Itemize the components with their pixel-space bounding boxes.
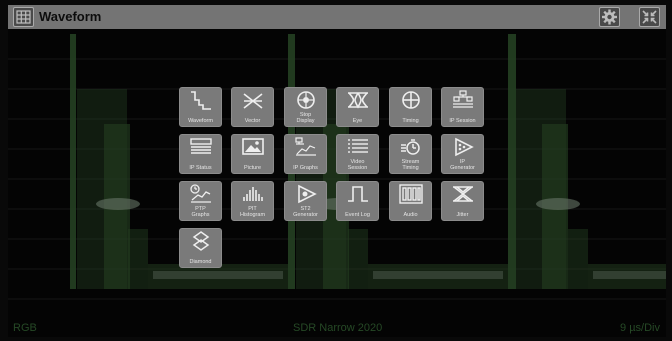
pit-histogram-icon xyxy=(243,187,263,201)
stop-display-icon xyxy=(297,91,315,109)
stream-timing-icon xyxy=(401,139,420,155)
ptp-graphs-icon xyxy=(190,184,211,203)
waveform-icon xyxy=(191,91,211,110)
video-session-icon xyxy=(348,139,368,153)
tile-pit-histogram[interactable]: PIT Histogram xyxy=(231,181,274,221)
ip-status-icon xyxy=(190,138,212,154)
tile-timing[interactable]: Timing xyxy=(389,87,432,127)
tile-jitter[interactable]: Jitter xyxy=(441,181,484,221)
ip-session-icon xyxy=(453,90,473,108)
tile-st2-generator[interactable]: ST2 Generator xyxy=(284,181,327,221)
tile-diamond[interactable]: Diamond xyxy=(179,228,222,268)
eye-icon xyxy=(348,92,368,109)
tile-vector[interactable]: Vector xyxy=(231,87,274,127)
tile-stream-timing[interactable]: Stream Timing xyxy=(389,134,432,174)
tile-ptp-graphs[interactable]: PTP Graphs xyxy=(179,181,222,221)
ip-generator-icon xyxy=(455,137,474,157)
audio-icon xyxy=(399,184,423,204)
tile-ip-generator[interactable]: IP Generator xyxy=(441,134,484,174)
vector-icon xyxy=(243,93,263,109)
tile-ip-status[interactable]: IP Status xyxy=(179,134,222,174)
tile-ip-graphs[interactable]: IP Graphs xyxy=(284,134,327,174)
tile-waveform[interactable]: Waveform xyxy=(179,87,222,127)
tile-stop-display[interactable]: Stop Display xyxy=(284,87,327,127)
tile-picture[interactable]: Picture xyxy=(231,134,274,174)
app-window: Waveform RGB SDR Narrow 2020 9 µs/Div Wa… xyxy=(0,0,672,341)
ip-graphs-icon xyxy=(295,137,316,156)
jitter-icon xyxy=(453,186,473,202)
st2-generator-icon xyxy=(298,184,317,204)
picture-icon xyxy=(242,138,264,155)
event-log-icon xyxy=(348,186,368,202)
tile-event-log[interactable]: Event Log xyxy=(336,181,379,221)
tile-video-session[interactable]: Video Session xyxy=(336,134,379,174)
diamond-icon xyxy=(192,231,210,251)
tile-eye[interactable]: Eye xyxy=(336,87,379,127)
timing-icon xyxy=(402,91,420,109)
tile-ip-session[interactable]: IP Session xyxy=(441,87,484,127)
tile-audio[interactable]: Audio xyxy=(389,181,432,221)
